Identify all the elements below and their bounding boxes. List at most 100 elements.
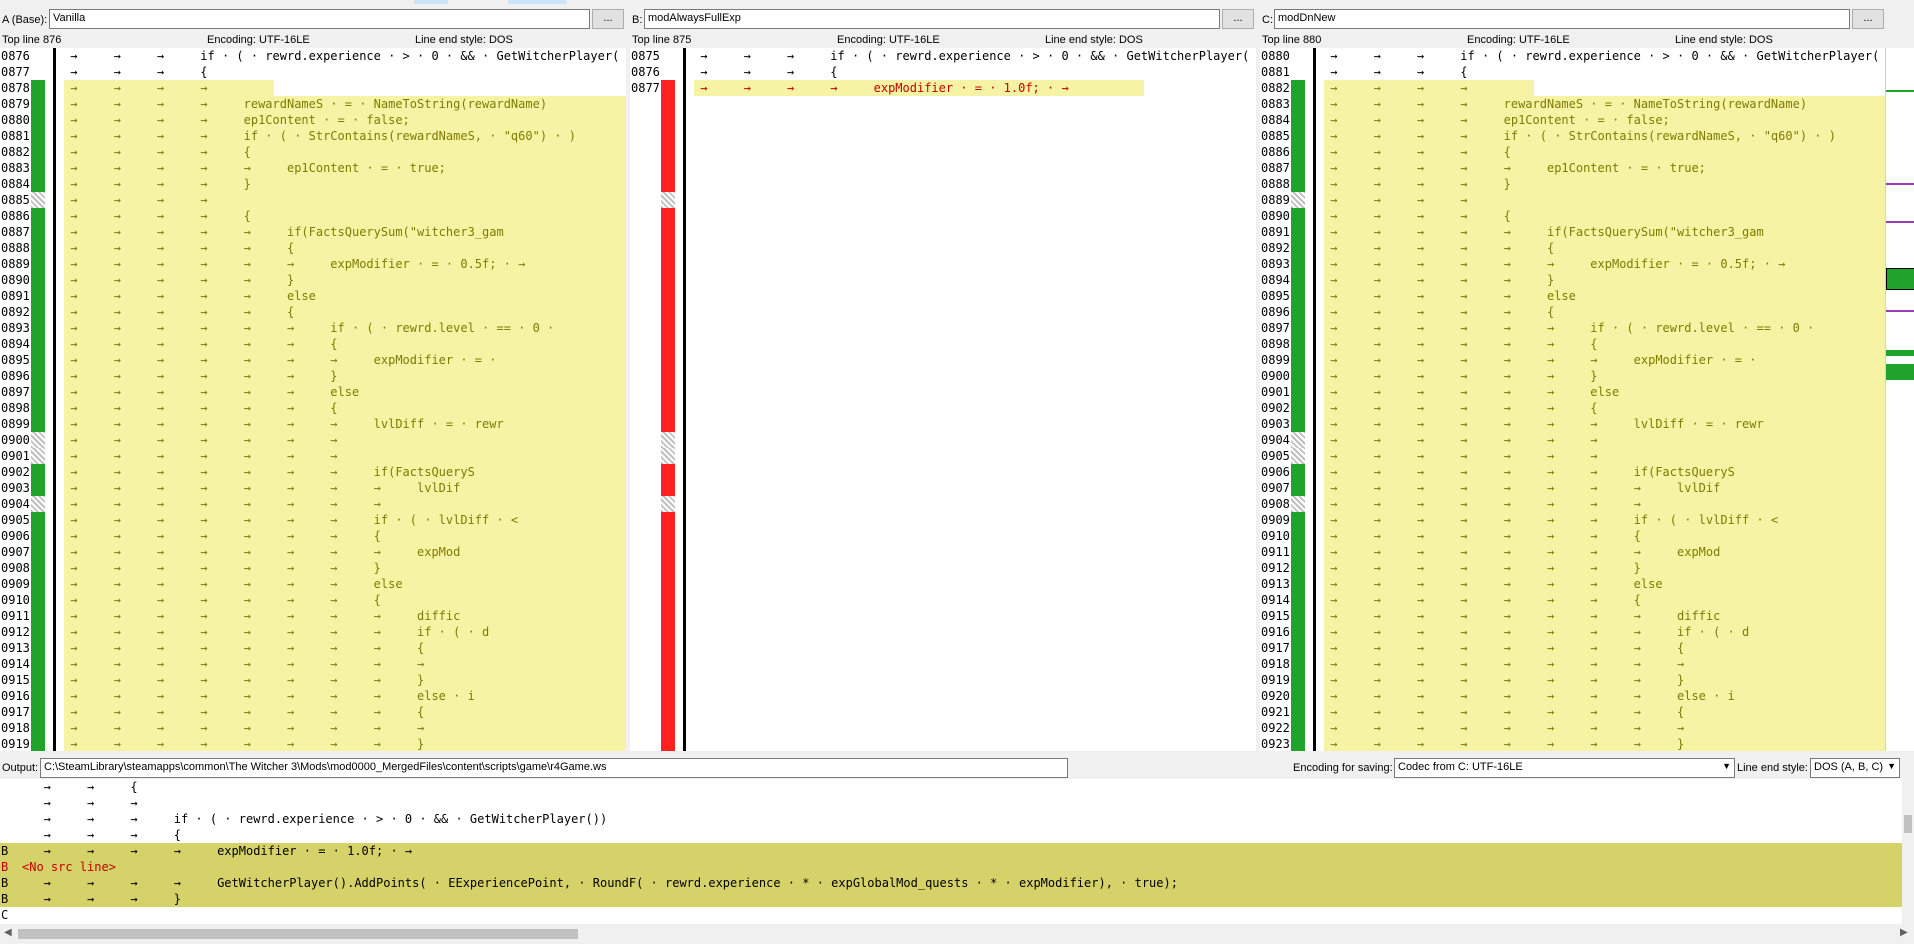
- code-line[interactable]: 0894 → → → → → → {: [0, 336, 626, 352]
- code-line[interactable]: 0888 → → → → → {: [0, 240, 626, 256]
- code-line[interactable]: 0889 → → → → → → expModifier · = · 0.5f;…: [0, 256, 626, 272]
- code-line[interactable]: 0880 → → → if · ( · rewrd.experience · >…: [1260, 48, 1885, 64]
- code-line[interactable]: 0901 → → → → → → else: [1260, 384, 1885, 400]
- code-line[interactable]: 0876 → → → {: [630, 64, 1256, 80]
- code-line[interactable]: 0912 → → → → → → → → if · ( · d: [0, 624, 626, 640]
- code-line[interactable]: 0913 → → → → → → → else: [1260, 576, 1885, 592]
- output-line[interactable]: C: [0, 907, 1902, 923]
- encoding-select[interactable]: Codec from C: UTF-16LE ▼: [1394, 758, 1735, 778]
- pane-b-body[interactable]: 0875 → → → if · ( · rewrd.experience · >…: [630, 48, 1256, 751]
- code-line[interactable]: 0885 → → → →: [0, 192, 626, 208]
- code-line[interactable]: 0877 → → → {: [0, 64, 626, 80]
- code-line[interactable]: 0916 → → → → → → → → if · ( · d: [1260, 624, 1885, 640]
- code-line[interactable]: 0912 → → → → → → → }: [1260, 560, 1885, 576]
- code-line[interactable]: 0915 → → → → → → → → }: [0, 672, 626, 688]
- output-line[interactable]: → → {: [0, 779, 1902, 795]
- code-line[interactable]: 0916 → → → → → → → → else · i: [0, 688, 626, 704]
- code-line[interactable]: 0880 → → → → ep1Content · = · false;: [0, 112, 626, 128]
- browse-button-a[interactable]: ...: [592, 9, 624, 29]
- output-line[interactable]: → → → if · ( · rewrd.experience · > · 0 …: [0, 811, 1902, 827]
- code-line[interactable]: 0900 → → → → → → }: [1260, 368, 1885, 384]
- code-line[interactable]: 0882 → → → → {: [0, 144, 626, 160]
- code-line[interactable]: 0900 → → → → → → →: [0, 432, 626, 448]
- code-line[interactable]: 0911 → → → → → → → → expMod: [1260, 544, 1885, 560]
- horizontal-scrollbar[interactable]: ◀ ▶: [0, 924, 1914, 944]
- code-line[interactable]: 0897 → → → → → → if · ( · rewrd.level · …: [1260, 320, 1885, 336]
- code-line[interactable]: 0914 → → → → → → → → →: [0, 656, 626, 672]
- code-line[interactable]: 0893 → → → → → → expModifier · = · 0.5f;…: [1260, 256, 1885, 272]
- code-line[interactable]: 0904 → → → → → → → →: [0, 496, 626, 512]
- code-line[interactable]: 0892 → → → → → {: [0, 304, 626, 320]
- code-line[interactable]: 0909 → → → → → → → if · ( · lvlDiff · <: [1260, 512, 1885, 528]
- code-line[interactable]: 0899 → → → → → → → lvlDiff · = · rewr: [0, 416, 626, 432]
- code-line[interactable]: 0890 → → → → {: [1260, 208, 1885, 224]
- pane-a-file-name[interactable]: Vanilla: [49, 9, 590, 29]
- code-line[interactable]: 0901 → → → → → → →: [0, 448, 626, 464]
- output-path-input[interactable]: C:\SteamLibrary\steamapps\common\The Wit…: [40, 758, 1068, 778]
- code-line[interactable]: 0884 → → → → ep1Content · = · false;: [1260, 112, 1885, 128]
- code-line[interactable]: 0896 → → → → → → }: [0, 368, 626, 384]
- code-line[interactable]: 0920 → → → → → → → → else · i: [1260, 688, 1885, 704]
- code-line[interactable]: 0879 → → → → rewardNameS · = · NameToStr…: [0, 96, 626, 112]
- output-line[interactable]: B → → → }: [0, 891, 1902, 907]
- code-line[interactable]: 0888 → → → → }: [1260, 176, 1885, 192]
- pane-c-file-name[interactable]: modDnNew: [1274, 9, 1850, 29]
- code-line[interactable]: 0907 → → → → → → → → lvlDif: [1260, 480, 1885, 496]
- code-line[interactable]: 0915 → → → → → → → → diffic: [1260, 608, 1885, 624]
- browse-button-b[interactable]: ...: [1222, 9, 1254, 29]
- line-end-select[interactable]: DOS (A, B, C) ▼: [1810, 758, 1900, 778]
- browse-button-c[interactable]: ...: [1852, 9, 1884, 29]
- code-line[interactable]: 0894 → → → → → }: [1260, 272, 1885, 288]
- code-line[interactable]: 0883 → → → → → ep1Content · = · true;: [0, 160, 626, 176]
- code-line[interactable]: 0906 → → → → → → → {: [0, 528, 626, 544]
- pane-b-file-name[interactable]: modAlwaysFullExp: [644, 9, 1220, 29]
- code-line[interactable]: 0897 → → → → → → else: [0, 384, 626, 400]
- merge-output-pane[interactable]: → → { → → → → → → if · ( · rewrd.experie…: [0, 779, 1914, 924]
- code-line[interactable]: 0905 → → → → → → → if · ( · lvlDiff · <: [0, 512, 626, 528]
- code-line[interactable]: 0886 → → → → {: [1260, 144, 1885, 160]
- code-line[interactable]: 0875 → → → if · ( · rewrd.experience · >…: [630, 48, 1256, 64]
- code-line[interactable]: 0877 → → → → expModifier · = · 1.0f; · →: [630, 80, 1256, 96]
- code-line[interactable]: 0895 → → → → → → → expModifier · = ·: [0, 352, 626, 368]
- output-line[interactable]: → → → {: [0, 827, 1902, 843]
- code-line[interactable]: 0884 → → → → }: [0, 176, 626, 192]
- code-line[interactable]: 0913 → → → → → → → → {: [0, 640, 626, 656]
- code-line[interactable]: 0887 → → → → → if(FactsQuerySum("witcher…: [0, 224, 626, 240]
- code-line[interactable]: 0902 → → → → → → → if(FactsQueryS: [0, 464, 626, 480]
- code-line[interactable]: 0898 → → → → → → {: [0, 400, 626, 416]
- code-line[interactable]: 0910 → → → → → → → {: [1260, 528, 1885, 544]
- code-line[interactable]: 0899 → → → → → → → expModifier · = ·: [1260, 352, 1885, 368]
- code-line[interactable]: 0889 → → → →: [1260, 192, 1885, 208]
- code-line[interactable]: 0904 → → → → → → →: [1260, 432, 1885, 448]
- code-line[interactable]: 0893 → → → → → → if · ( · rewrd.level · …: [0, 320, 626, 336]
- code-line[interactable]: 0896 → → → → → {: [1260, 304, 1885, 320]
- code-line[interactable]: 0891 → → → → → else: [0, 288, 626, 304]
- scrollbar-thumb[interactable]: [18, 929, 578, 939]
- code-line[interactable]: 0908 → → → → → → → }: [0, 560, 626, 576]
- code-line[interactable]: 0887 → → → → → ep1Content · = · true;: [1260, 160, 1885, 176]
- code-line[interactable]: 0918 → → → → → → → → →: [0, 720, 626, 736]
- code-line[interactable]: 0902 → → → → → → {: [1260, 400, 1885, 416]
- code-line[interactable]: 0922 → → → → → → → → →: [1260, 720, 1885, 736]
- code-line[interactable]: 0883 → → → → rewardNameS · = · NameToStr…: [1260, 96, 1885, 112]
- scroll-right-icon[interactable]: ▶: [1900, 927, 1908, 938]
- code-line[interactable]: 0898 → → → → → → {: [1260, 336, 1885, 352]
- output-line[interactable]: B → → → → expModifier · = · 1.0f; · →: [0, 843, 1902, 859]
- code-line[interactable]: 0921 → → → → → → → → {: [1260, 704, 1885, 720]
- code-line[interactable]: 0919 → → → → → → → → }: [1260, 672, 1885, 688]
- output-vertical-scrollbar[interactable]: [1902, 779, 1914, 924]
- code-line[interactable]: 0890 → → → → → }: [0, 272, 626, 288]
- scrollbar-thumb[interactable]: [1904, 815, 1912, 833]
- code-line[interactable]: 0918 → → → → → → → → →: [1260, 656, 1885, 672]
- code-line[interactable]: 0903 → → → → → → → lvlDiff · = · rewr: [1260, 416, 1885, 432]
- code-line[interactable]: 0907 → → → → → → → → expMod: [0, 544, 626, 560]
- code-line[interactable]: 0895 → → → → → else: [1260, 288, 1885, 304]
- pane-c-body[interactable]: 0880 → → → if · ( · rewrd.experience · >…: [1260, 48, 1885, 751]
- code-line[interactable]: 0911 → → → → → → → → diffic: [0, 608, 626, 624]
- code-line[interactable]: 0881 → → → {: [1260, 64, 1885, 80]
- code-line[interactable]: 0885 → → → → if · ( · StrContains(reward…: [1260, 128, 1885, 144]
- output-line[interactable]: → → →: [0, 795, 1902, 811]
- code-line[interactable]: 0908 → → → → → → → →: [1260, 496, 1885, 512]
- code-line[interactable]: 0909 → → → → → → → else: [0, 576, 626, 592]
- code-line[interactable]: 0881 → → → → if · ( · StrContains(reward…: [0, 128, 626, 144]
